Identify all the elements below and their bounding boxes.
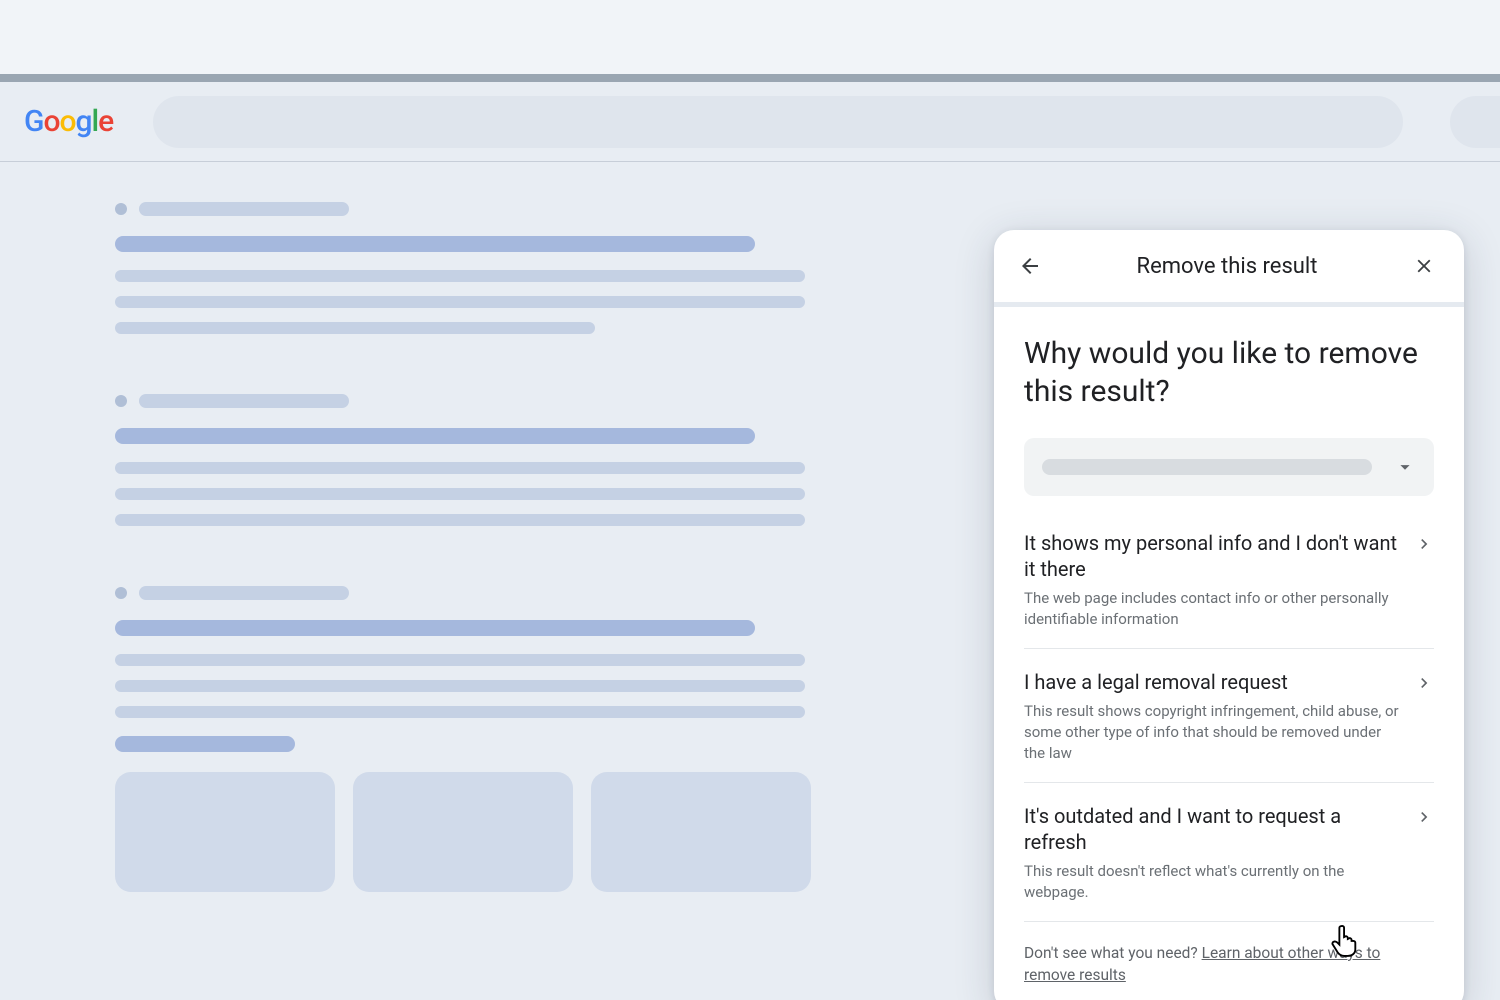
option-title: I have a legal removal request — [1024, 669, 1400, 695]
logo-letter: l — [92, 104, 99, 139]
logo-letter: e — [98, 104, 113, 139]
search-results-skeleton — [115, 202, 815, 952]
chevron-right-icon — [1414, 807, 1434, 827]
removal-option-outdated[interactable]: It's outdated and I want to request a re… — [1024, 783, 1434, 922]
removal-option-legal[interactable]: I have a legal removal request This resu… — [1024, 649, 1434, 783]
arrow-left-icon — [1018, 254, 1042, 278]
remove-result-panel: Remove this result Why would you like to… — [994, 230, 1464, 1000]
result-placeholder — [115, 586, 815, 892]
dropdown-placeholder-bar — [1042, 459, 1372, 475]
logo-letter: o — [43, 104, 59, 139]
footer-note-text: Don't see what you need? — [1024, 944, 1202, 962]
reason-dropdown[interactable] — [1024, 438, 1434, 496]
panel-header: Remove this result — [994, 230, 1464, 307]
option-title: It shows my personal info and I don't wa… — [1024, 530, 1400, 582]
header-action-pill[interactable] — [1450, 96, 1500, 148]
panel-footer-note: Don't see what you need? Learn about oth… — [1024, 922, 1434, 987]
panel-title: Remove this result — [1137, 254, 1318, 279]
window-chrome-divider — [0, 74, 1500, 82]
result-placeholder — [115, 202, 815, 334]
logo-letter: o — [59, 104, 75, 139]
related-card-placeholder — [591, 772, 811, 892]
result-placeholder — [115, 394, 815, 526]
close-icon — [1413, 255, 1435, 277]
option-title: It's outdated and I want to request a re… — [1024, 803, 1400, 855]
related-card-placeholder — [115, 772, 335, 892]
panel-body: Why would you like to remove this result… — [994, 307, 1464, 1000]
search-page: G o o g l e — [0, 82, 1500, 1000]
panel-question: Why would you like to remove this result… — [1024, 335, 1434, 410]
removal-option-personal-info[interactable]: It shows my personal info and I don't wa… — [1024, 510, 1434, 649]
close-button[interactable] — [1406, 248, 1442, 284]
logo-letter: g — [76, 104, 92, 139]
chevron-right-icon — [1414, 534, 1434, 554]
search-header: G o o g l e — [0, 82, 1500, 162]
chevron-right-icon — [1414, 673, 1434, 693]
google-logo[interactable]: G o o g l e — [24, 104, 113, 139]
search-input[interactable] — [153, 96, 1403, 148]
related-card-placeholder — [353, 772, 573, 892]
chevron-down-icon — [1394, 456, 1416, 478]
logo-letter: G — [24, 104, 43, 139]
option-desc: This result doesn't reflect what's curre… — [1024, 861, 1400, 903]
back-button[interactable] — [1012, 248, 1048, 284]
option-desc: The web page includes contact info or ot… — [1024, 588, 1400, 630]
option-desc: This result shows copyright infringement… — [1024, 701, 1400, 764]
